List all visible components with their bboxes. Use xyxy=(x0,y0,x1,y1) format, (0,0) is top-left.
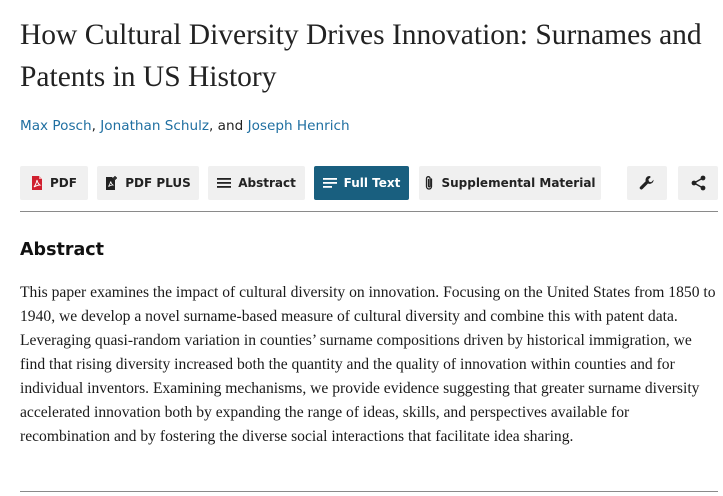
pdf-plus-icon xyxy=(105,176,118,190)
author-link[interactable]: Max Posch xyxy=(20,118,92,134)
abstract-button[interactable]: Abstract xyxy=(208,166,305,200)
abstract-label: Abstract xyxy=(238,176,296,190)
paperclip-icon xyxy=(424,175,434,191)
author-link[interactable]: Joseph Henrich xyxy=(248,118,350,134)
full-text-label: Full Text xyxy=(343,176,401,190)
author-link[interactable]: Jonathan Schulz xyxy=(100,118,209,134)
abstract-heading: Abstract xyxy=(20,240,105,260)
share-icon xyxy=(691,175,706,191)
wrench-icon xyxy=(639,175,655,191)
author-separator: , and xyxy=(209,118,248,134)
share-button[interactable] xyxy=(678,166,718,200)
pdf-plus-button[interactable]: PDF PLUS xyxy=(97,166,199,200)
author-list: Max Posch, Jonathan Schulz, and Joseph H… xyxy=(20,118,350,134)
list-lines-icon xyxy=(322,177,337,189)
article-title: How Cultural Diversity Drives Innovation… xyxy=(20,19,702,93)
pdf-plus-label: PDF PLUS xyxy=(125,176,191,190)
abstract-text: This paper examines the impact of cultur… xyxy=(20,284,716,445)
supplemental-label: Supplemental Material xyxy=(441,176,596,190)
pdf-button[interactable]: PDF xyxy=(20,166,88,200)
full-text-button[interactable]: Full Text xyxy=(314,166,409,200)
pdf-label: PDF xyxy=(50,176,77,190)
section-divider xyxy=(20,491,718,492)
pdf-icon xyxy=(31,176,43,190)
author-separator: , xyxy=(91,118,101,134)
tools-button[interactable] xyxy=(627,166,667,200)
list-lines-icon xyxy=(217,177,232,189)
article-toolbar: PDF PDF PLUS Abstract Full Text Suppleme… xyxy=(20,166,718,200)
supplemental-material-button[interactable]: Supplemental Material xyxy=(419,166,601,200)
toolbar-divider xyxy=(20,211,718,212)
